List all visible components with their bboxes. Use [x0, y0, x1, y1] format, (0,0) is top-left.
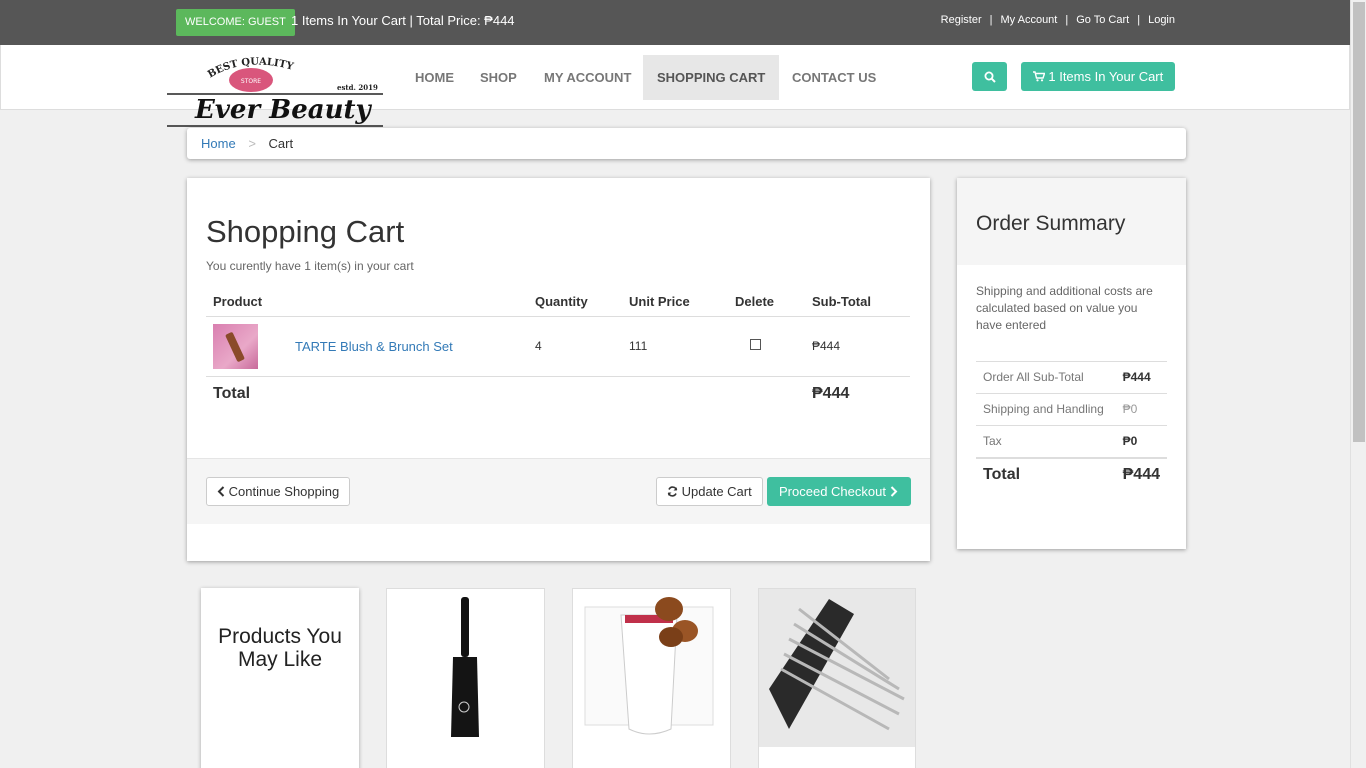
- quantity-cell: 4: [528, 316, 622, 377]
- summary-row: Order All Sub-Total ₱444: [976, 361, 1167, 394]
- chevron-left-icon: [217, 486, 225, 497]
- logo-store: STORE: [241, 78, 261, 85]
- cart-subtitle: You curently have 1 item(s) in your cart: [206, 259, 414, 273]
- cart-info-text: 1 Items In Your Cart | Total Price: ₱444: [291, 13, 515, 28]
- nav-home[interactable]: HOME: [401, 55, 468, 100]
- cart-icon: [1032, 71, 1046, 82]
- scrollbar[interactable]: [1350, 0, 1366, 768]
- table-row: TARTE Blush & Brunch Set 4 111 ₱444: [206, 316, 910, 377]
- summary-value: ₱0: [1115, 425, 1167, 458]
- page-title: Shopping Cart: [206, 214, 405, 249]
- update-cart-label: Update Cart: [681, 484, 752, 499]
- order-summary-panel: Order Summary Shipping and additional co…: [957, 178, 1186, 549]
- continue-shopping-button[interactable]: Continue Shopping: [206, 477, 351, 506]
- top-links: Register | My Account | Go To Cart | Log…: [941, 14, 1175, 26]
- order-summary-table: Order All Sub-Total ₱444 Shipping and Ha…: [976, 361, 1167, 490]
- register-link[interactable]: Register: [941, 14, 982, 26]
- manicure-tools-image: [759, 589, 915, 747]
- breadcrumb-current: Cart: [268, 136, 294, 151]
- total-row: Total ₱444: [206, 376, 910, 412]
- summary-value: ₱0: [1115, 393, 1167, 426]
- lotion-image: [584, 597, 714, 735]
- update-cart-button[interactable]: Update Cart: [656, 477, 763, 506]
- product-image[interactable]: [213, 323, 258, 369]
- recommended-product-tools[interactable]: [758, 588, 916, 768]
- top-bar: WELCOME: GUEST 1 Items In Your Cart | To…: [0, 0, 1350, 45]
- delete-checkbox[interactable]: [750, 339, 761, 350]
- summary-value: ₱444: [1115, 361, 1167, 394]
- nav-my-account[interactable]: MY ACCOUNT: [530, 55, 645, 100]
- welcome-badge: WELCOME: GUEST: [176, 9, 295, 36]
- divider: |: [1137, 14, 1141, 26]
- summary-label: Tax: [976, 425, 1116, 458]
- proceed-checkout-label: Proceed Checkout: [779, 484, 886, 499]
- table-header: Product Quantity Unit Price Delete Sub-T…: [206, 288, 910, 317]
- logo[interactable]: BEST QUALITY STORE estd. 2019 Ever Beaut…: [165, 56, 385, 130]
- summary-label: Order All Sub-Total: [976, 361, 1116, 394]
- total-value: ₱444: [812, 385, 850, 403]
- my-account-link[interactable]: My Account: [1001, 14, 1058, 26]
- breadcrumb-separator: >: [248, 136, 256, 151]
- logo-name: Ever Beauty: [194, 95, 372, 125]
- logo-estd: estd. 2019: [337, 83, 378, 92]
- summary-row: Tax ₱0: [976, 425, 1167, 458]
- nav-contact-us[interactable]: CONTACT US: [778, 55, 890, 100]
- product-image-cell: [206, 316, 288, 377]
- header-quantity: Quantity: [528, 288, 622, 317]
- go-to-cart-link[interactable]: Go To Cart: [1076, 14, 1129, 26]
- proceed-checkout-button[interactable]: Proceed Checkout: [767, 477, 911, 506]
- subtotal-cell: ₱444: [805, 316, 910, 377]
- order-summary-title: Order Summary: [957, 178, 1186, 265]
- header-product: Product: [206, 288, 288, 317]
- breadcrumb-home[interactable]: Home: [201, 136, 236, 151]
- header-product-name: [288, 288, 528, 317]
- cart-table: Product Quantity Unit Price Delete Sub-T…: [206, 288, 910, 412]
- nav-shopping-cart[interactable]: SHOPPING CART: [643, 55, 780, 100]
- summary-total-value: ₱444: [1115, 457, 1167, 490]
- total-label: Total: [213, 385, 251, 403]
- product-name-cell: TARTE Blush & Brunch Set: [288, 316, 528, 377]
- scrollbar-thumb[interactable]: [1353, 2, 1365, 442]
- nav-shop[interactable]: SHOP: [466, 55, 531, 100]
- summary-row: Shipping and Handling ₱0: [976, 393, 1167, 426]
- header-subtotal: Sub-Total: [805, 288, 910, 317]
- product-link[interactable]: TARTE Blush & Brunch Set: [295, 339, 453, 354]
- header-unit-price: Unit Price: [622, 288, 728, 317]
- eyeliner-image: [451, 597, 479, 737]
- summary-total-row: Total ₱444: [976, 457, 1167, 490]
- refresh-icon: [667, 486, 678, 497]
- cart-button-label: 1 Items In Your Cart: [1048, 69, 1164, 84]
- recommended-title: Products You May Like: [201, 588, 359, 768]
- search-button[interactable]: [972, 62, 1007, 91]
- logo-graphic: BEST QUALITY STORE estd. 2019 Ever Beaut…: [167, 56, 383, 127]
- order-summary-note: Shipping and additional costs are calcul…: [976, 284, 1153, 332]
- cart-footer: Continue Shopping Update Cart Proceed Ch…: [187, 458, 930, 524]
- divider: |: [1065, 14, 1069, 26]
- header-delete: Delete: [728, 288, 805, 317]
- search-icon: [984, 71, 996, 83]
- login-link[interactable]: Login: [1148, 14, 1175, 26]
- summary-label: Shipping and Handling: [976, 393, 1116, 426]
- cart-button[interactable]: 1 Items In Your Cart: [1021, 62, 1175, 91]
- divider: |: [989, 14, 993, 26]
- delete-cell: [728, 316, 805, 377]
- recommended-product-lotion[interactable]: [572, 588, 731, 768]
- breadcrumb: Home > Cart: [187, 128, 1186, 159]
- summary-total-label: Total: [976, 457, 1116, 490]
- continue-shopping-label: Continue Shopping: [228, 484, 340, 499]
- cart-panel: Shopping Cart You curently have 1 item(s…: [187, 178, 930, 561]
- unit-price-cell: 111: [622, 316, 728, 377]
- recommended-product-eyeliner[interactable]: [386, 588, 545, 768]
- chevron-right-icon: [890, 486, 897, 497]
